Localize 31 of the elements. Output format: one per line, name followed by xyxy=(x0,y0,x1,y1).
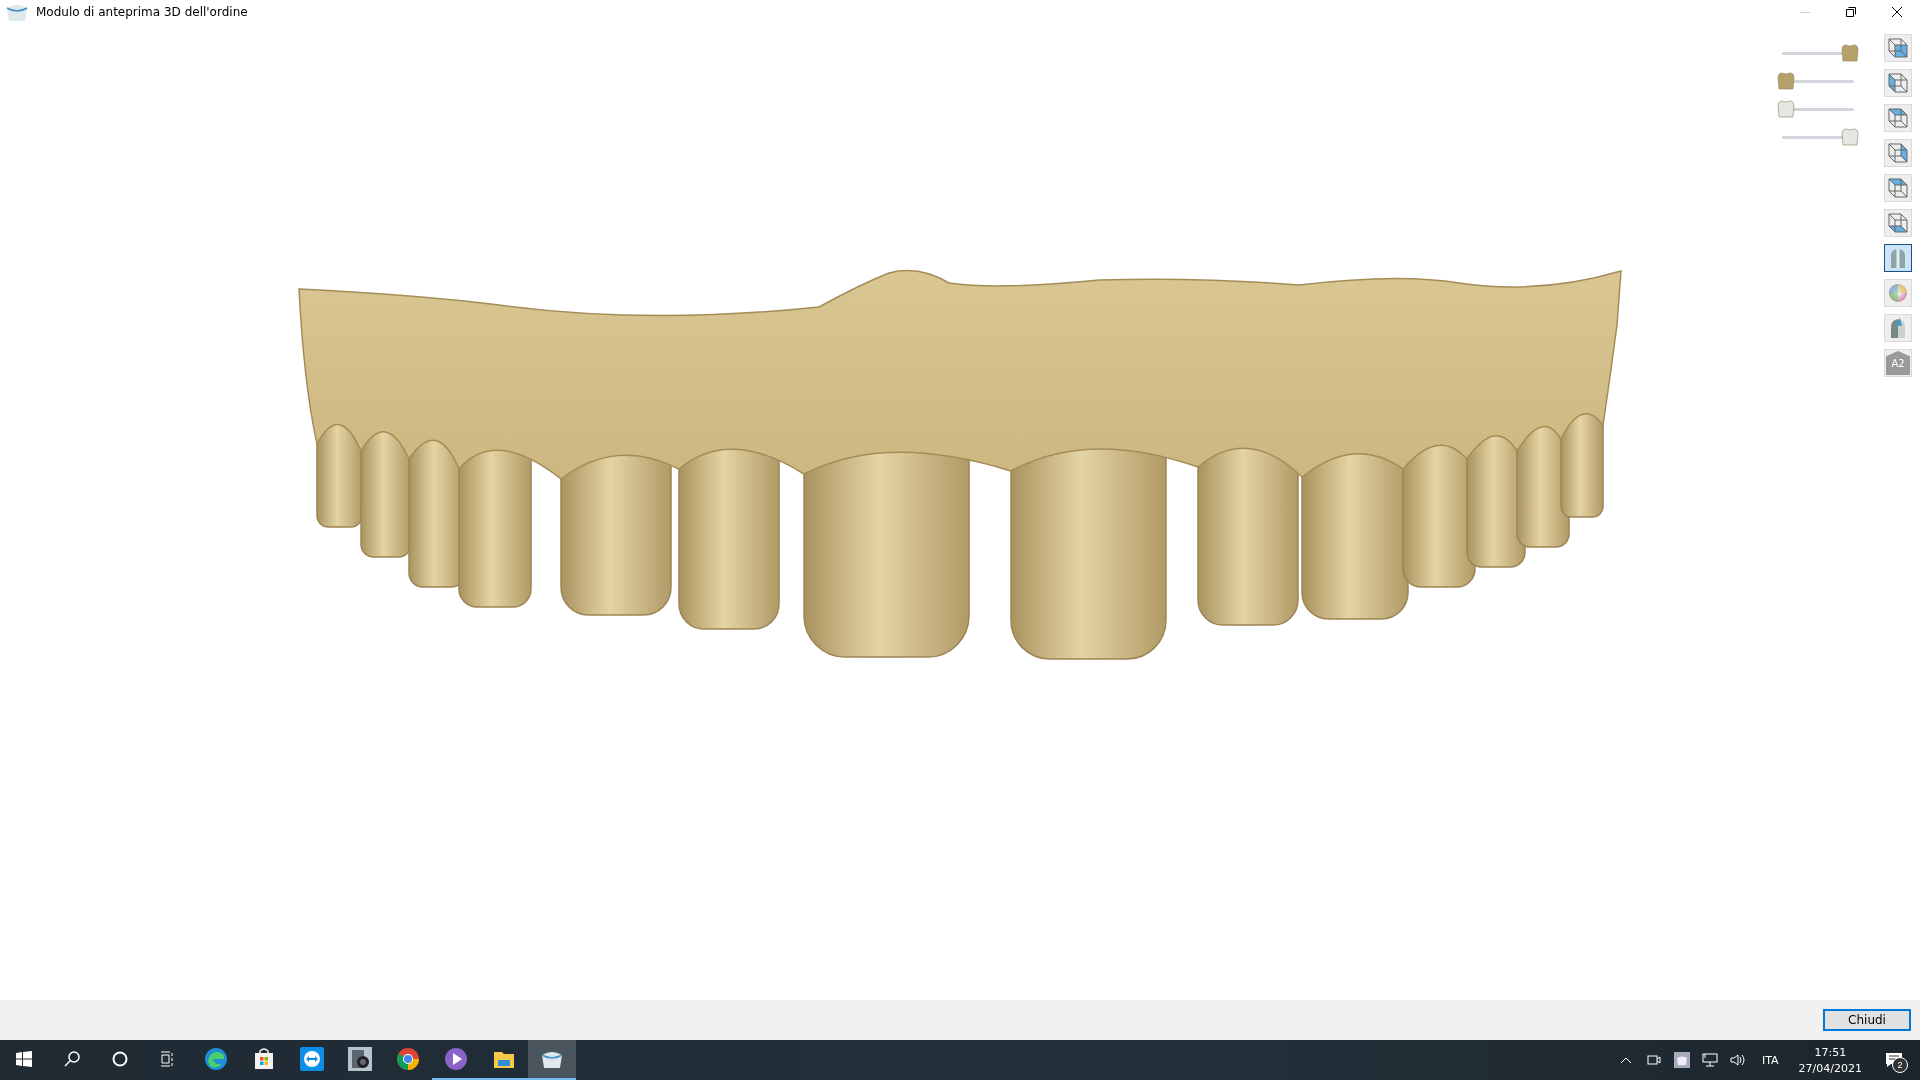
window-title: Modulo di anteprima 3D dell'ordine xyxy=(36,5,248,19)
slider-thumb[interactable] xyxy=(1776,100,1796,118)
close-icon xyxy=(1892,7,1902,17)
cube-icon xyxy=(1886,141,1910,165)
slider-thumb[interactable] xyxy=(1840,128,1860,146)
color-wheel-icon xyxy=(1888,283,1908,303)
windows-logo-icon xyxy=(16,1051,32,1067)
slider-thumb[interactable] xyxy=(1776,72,1796,90)
minimize-icon xyxy=(1800,11,1810,13)
notifications-button[interactable]: 2 xyxy=(1874,1040,1914,1080)
camera-icon xyxy=(348,1047,372,1071)
cube-icon xyxy=(1886,176,1910,200)
play-icon xyxy=(444,1047,468,1071)
cube-icon xyxy=(1886,106,1910,130)
close-dialog-button[interactable]: Chiudi xyxy=(1823,1009,1911,1031)
taskbar-app[interactable] xyxy=(528,1040,576,1080)
clock[interactable]: 17:51 27/04/2021 xyxy=(1790,1040,1870,1080)
circle-icon xyxy=(112,1051,128,1067)
notification-count: 2 xyxy=(1892,1057,1908,1073)
task-view-icon xyxy=(160,1051,176,1067)
restore-icon xyxy=(1846,7,1856,17)
cube-icon xyxy=(1886,211,1910,235)
cube-icon xyxy=(1886,71,1910,95)
language-indicator[interactable]: ITA xyxy=(1753,1040,1787,1080)
view-button[interactable] xyxy=(1884,244,1912,272)
browser-icon xyxy=(396,1047,420,1071)
shopping-bag-icon xyxy=(252,1047,276,1071)
browser-icon xyxy=(204,1047,228,1071)
slider-thumb[interactable] xyxy=(1840,44,1860,62)
search-icon xyxy=(64,1051,80,1067)
cube-icon xyxy=(1886,36,1910,60)
